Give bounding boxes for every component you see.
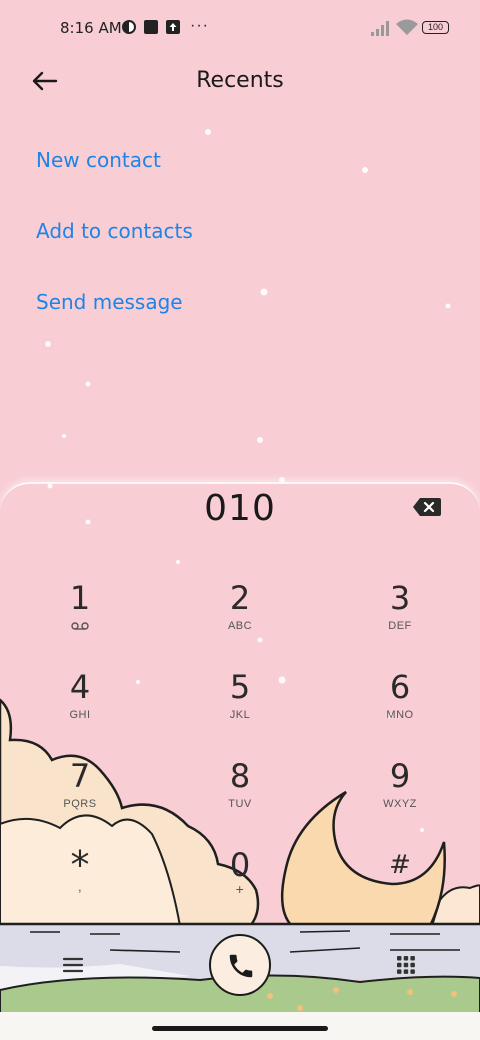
key-7[interactable]: 7 PQRS [20,753,140,835]
key-digit: 0 [229,846,251,884]
key-5[interactable]: 5 JKL [180,664,300,746]
key-digit: 4 [69,668,91,706]
new-contact-link[interactable]: New contact [36,145,161,175]
key-letters: DEF [388,620,412,632]
upload-icon [166,20,180,34]
page-title: Recents [196,68,284,93]
key-letters: ABC [227,620,253,632]
key-4[interactable]: 4 GHI [20,664,140,746]
key-letters: TUV [228,798,252,810]
battery-indicator: 100 [422,21,449,34]
backspace-icon[interactable] [412,496,442,518]
key-digit: 8 [229,757,251,795]
signal-icon [371,21,389,36]
dialpad-icon[interactable] [396,955,416,975]
voicemail-icon [71,622,89,630]
key-9[interactable]: 9 WXYZ [340,753,460,835]
status-time: 8:16 AM [60,19,122,37]
key-digit: 1 [69,579,91,617]
app-notification-icon [122,20,136,34]
key-letters: MNO [386,709,414,721]
key-1[interactable]: 1 [20,575,140,657]
key-6[interactable]: 6 MNO [340,664,460,746]
send-message-link[interactable]: Send message [36,287,183,317]
key-digit: * [70,843,90,887]
key-digit: 9 [389,757,411,795]
key-letters: WXYZ [383,798,417,810]
key-digit: 3 [389,579,411,617]
key-8[interactable]: 8 TUV [180,753,300,835]
key-letters: JKL [229,709,251,721]
key-digit: 7 [69,757,91,795]
key-letters: + [235,881,245,897]
app-bar: Recents [0,56,480,106]
key-letters: GHI [69,709,91,721]
key-digit: 5 [229,668,251,706]
add-to-contacts-link[interactable]: Add to contacts [36,216,193,246]
key-3[interactable]: 3 DEF [340,575,460,657]
app-square-icon [144,20,158,34]
call-button[interactable] [209,934,271,996]
key-digit: 2 [229,579,251,617]
key-star[interactable]: * , [20,842,140,924]
key-digit: 6 [389,668,411,706]
key-hash[interactable]: # [340,842,460,924]
key-digit: # [389,850,411,880]
key-2[interactable]: 2 ABC [180,575,300,657]
key-letters: PQRS [63,798,97,810]
key-0[interactable]: 0 + [180,842,300,924]
phone-icon [229,954,253,978]
home-indicator[interactable] [152,1026,328,1031]
key-letters: , [77,879,83,894]
battery-level: 100 [427,22,444,32]
more-notifications-indicator: ··· [190,17,209,34]
status-bar: 8:16 AM ··· 100 [0,14,480,42]
wifi-icon [396,19,418,35]
menu-icon[interactable] [62,956,84,974]
dialed-number: 010 [204,488,276,529]
